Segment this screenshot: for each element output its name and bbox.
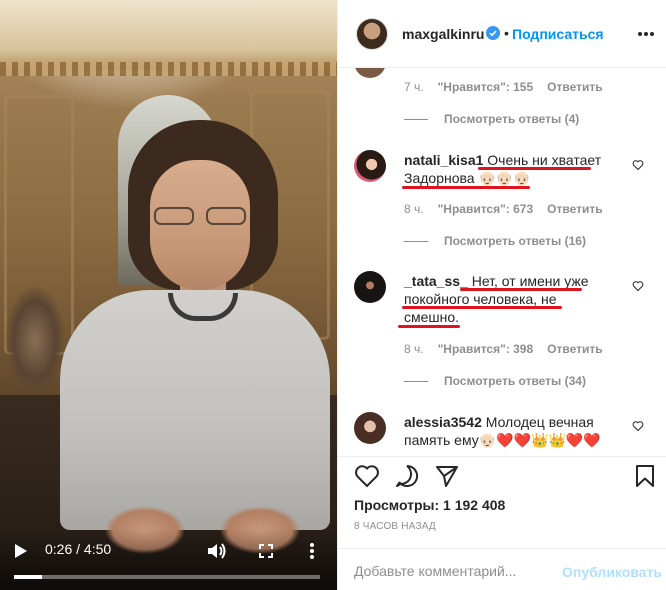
comment-text: alessia3542 Молодец вечная память ему👴🏻❤… bbox=[404, 413, 619, 449]
comment-username[interactable]: _tata_ss_ bbox=[404, 273, 468, 289]
video-controls-bar bbox=[0, 530, 337, 590]
comment-line: смешно. bbox=[404, 309, 460, 325]
avatar[interactable] bbox=[356, 18, 388, 50]
highlight-underline bbox=[402, 186, 530, 189]
author-username[interactable]: maxgalkinru bbox=[402, 26, 484, 42]
views-count[interactable]: Просмотры: 1 192 408 bbox=[354, 497, 505, 513]
comment-line: Молодец вечная bbox=[485, 414, 594, 430]
comments-list[interactable]: 7 ч. "Нравится": 155 Ответить Посмотреть… bbox=[338, 68, 666, 456]
video-more-button[interactable] bbox=[302, 540, 322, 562]
view-replies-label: Посмотреть ответы (34) bbox=[444, 374, 586, 388]
reply-button[interactable]: Ответить bbox=[547, 342, 602, 356]
bookmark-icon[interactable] bbox=[632, 463, 658, 489]
more-horizontal-icon bbox=[638, 32, 654, 36]
comment-line: покойного человека, не bbox=[404, 291, 557, 307]
comment-line: Задорнова 👴🏻👴🏻👴🏻 bbox=[404, 170, 531, 186]
video-frame-molding bbox=[0, 62, 337, 76]
fullscreen-button[interactable] bbox=[256, 540, 276, 562]
post-timestamp[interactable]: 8 ЧАСОВ НАЗАД bbox=[354, 521, 436, 532]
comment-time: 8 ч. bbox=[404, 342, 424, 356]
comment-likes[interactable]: "Нравится": 155 bbox=[438, 80, 534, 94]
video-frame-ceiling bbox=[0, 0, 337, 70]
comment-username[interactable]: natali_kisa1 bbox=[404, 152, 483, 168]
like-comment-heart-icon[interactable] bbox=[632, 420, 644, 432]
post-panel: maxgalkinru • Подписаться 7 ч. "Нравится… bbox=[337, 0, 666, 590]
view-replies-label: Посмотреть ответы (16) bbox=[444, 234, 586, 248]
comment-text: _tata_ss_ Нет, от имени уже покойного че… bbox=[404, 272, 619, 326]
like-heart-icon[interactable] bbox=[354, 463, 380, 489]
comment-likes[interactable]: "Нравится": 398 bbox=[438, 342, 534, 356]
comment-meta: 7 ч. "Нравится": 155 Ответить bbox=[404, 80, 603, 94]
volume-button[interactable] bbox=[206, 540, 228, 562]
follow-button[interactable]: Подписаться bbox=[512, 26, 604, 42]
view-replies-button[interactable]: Посмотреть ответы (34) bbox=[404, 374, 586, 388]
divider-line bbox=[404, 118, 428, 120]
highlight-underline bbox=[460, 288, 582, 291]
post-header: maxgalkinru • Подписаться bbox=[338, 0, 666, 68]
video-player[interactable]: 0:26 / 4:50 bbox=[0, 0, 337, 590]
comment-time: 7 ч. bbox=[404, 80, 424, 94]
comment-likes[interactable]: "Нравится": 673 bbox=[438, 202, 534, 216]
like-comment-heart-icon[interactable] bbox=[632, 280, 644, 292]
like-comment-heart-icon[interactable] bbox=[632, 159, 644, 171]
add-comment-bar: Опубликовать bbox=[338, 548, 666, 590]
comment-line: Нет, от имени уже bbox=[471, 273, 589, 289]
comment-meta: 8 ч. "Нравится": 398 Ответить bbox=[404, 342, 603, 356]
divider-line bbox=[404, 380, 428, 382]
comment-bubble-icon[interactable] bbox=[394, 463, 420, 489]
publish-button[interactable]: Опубликовать bbox=[562, 564, 662, 580]
view-replies-label: Посмотреть ответы (4) bbox=[444, 112, 580, 126]
comment-username[interactable]: alessia3542 bbox=[404, 414, 482, 430]
comment-time: 8 ч. bbox=[404, 202, 424, 216]
video-frame-person-glasses bbox=[152, 207, 248, 227]
verified-badge-icon bbox=[486, 26, 500, 40]
video-frame-person-shirt bbox=[60, 290, 330, 530]
reply-button[interactable]: Ответить bbox=[547, 80, 602, 94]
avatar[interactable] bbox=[354, 150, 386, 182]
play-icon bbox=[15, 544, 27, 558]
video-time: 0:26 / 4:50 bbox=[45, 541, 112, 557]
avatar[interactable] bbox=[354, 271, 386, 303]
post-options-button[interactable] bbox=[636, 24, 656, 44]
volume-icon bbox=[208, 543, 226, 559]
fullscreen-icon bbox=[259, 544, 273, 558]
comment-line: память ему👴🏻❤️❤️👑👑❤️❤️ bbox=[404, 432, 601, 448]
highlight-underline bbox=[478, 167, 591, 170]
comment-meta: 8 ч. "Нравится": 673 Ответить bbox=[404, 202, 603, 216]
divider-line bbox=[404, 240, 428, 242]
comment-line: Очень ни хватает bbox=[487, 152, 602, 168]
play-button[interactable] bbox=[10, 540, 32, 562]
avatar[interactable] bbox=[354, 68, 386, 78]
highlight-underline bbox=[402, 306, 562, 309]
separator-dot: • bbox=[504, 25, 509, 41]
kebab-icon bbox=[310, 543, 314, 559]
view-replies-button[interactable]: Посмотреть ответы (16) bbox=[404, 234, 586, 248]
share-paper-plane-icon[interactable] bbox=[434, 463, 460, 489]
comment-input[interactable] bbox=[354, 561, 554, 581]
view-replies-button[interactable]: Посмотреть ответы (4) bbox=[404, 112, 579, 126]
avatar[interactable] bbox=[354, 412, 386, 444]
highlight-underline bbox=[398, 325, 460, 328]
reply-button[interactable]: Ответить bbox=[547, 202, 602, 216]
video-progress-fill bbox=[14, 575, 42, 579]
video-progress-bar[interactable] bbox=[14, 575, 320, 579]
